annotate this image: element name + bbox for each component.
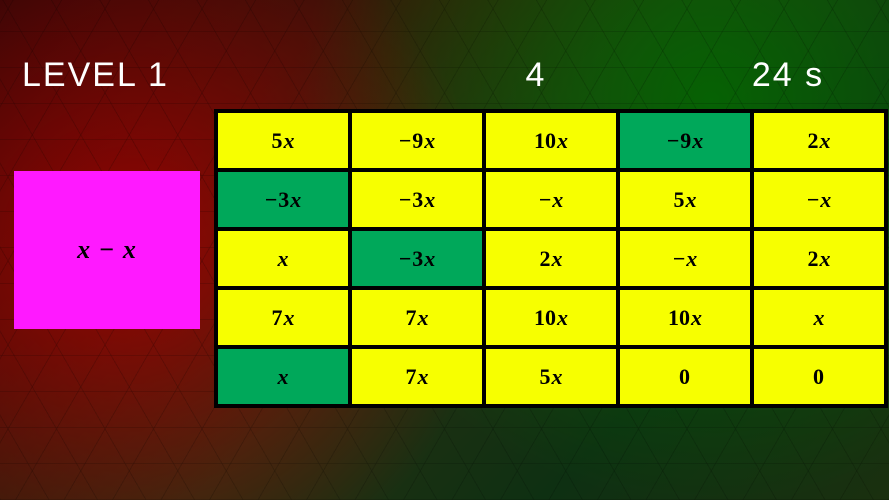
grid-cell[interactable]: −x <box>620 231 750 286</box>
grid-cell[interactable]: −x <box>486 172 616 227</box>
grid-cell[interactable]: −3x <box>352 231 482 286</box>
grid-cell[interactable]: x <box>754 290 884 345</box>
grid-cell[interactable]: 5x <box>218 113 348 168</box>
grid-cell[interactable]: −3x <box>218 172 348 227</box>
target-expression: x − x <box>77 235 137 265</box>
grid-cell[interactable]: 10x <box>486 113 616 168</box>
grid-cell[interactable]: x <box>218 231 348 286</box>
grid-cell[interactable]: x <box>218 349 348 404</box>
grid-cell[interactable]: −3x <box>352 172 482 227</box>
grid-cell[interactable]: −9x <box>352 113 482 168</box>
grid-cell[interactable]: −x <box>754 172 884 227</box>
answer-grid: 5x−9x10x−9x2x−3x−3x−x5x−xx−3x2x−x2x7x7x1… <box>214 109 888 408</box>
grid-cell[interactable]: 0 <box>754 349 884 404</box>
grid-cell[interactable]: 7x <box>218 290 348 345</box>
game-header: LEVEL 1 4 24 s <box>0 56 889 104</box>
grid-cell[interactable]: 0 <box>620 349 750 404</box>
timer-value: 24 s <box>728 56 848 95</box>
grid-cell[interactable]: 2x <box>754 113 884 168</box>
grid-cell[interactable]: 10x <box>486 290 616 345</box>
target-expression-box: x − x <box>14 171 200 329</box>
grid-cell[interactable]: 7x <box>352 349 482 404</box>
grid-cell[interactable]: 2x <box>754 231 884 286</box>
score-value: 4 <box>506 56 566 95</box>
grid-cell[interactable]: 5x <box>486 349 616 404</box>
grid-cell[interactable]: −9x <box>620 113 750 168</box>
grid-cell[interactable]: 7x <box>352 290 482 345</box>
grid-cell[interactable]: 10x <box>620 290 750 345</box>
level-label: LEVEL 1 <box>22 56 169 95</box>
grid-cell[interactable]: 2x <box>486 231 616 286</box>
grid-cell[interactable]: 5x <box>620 172 750 227</box>
